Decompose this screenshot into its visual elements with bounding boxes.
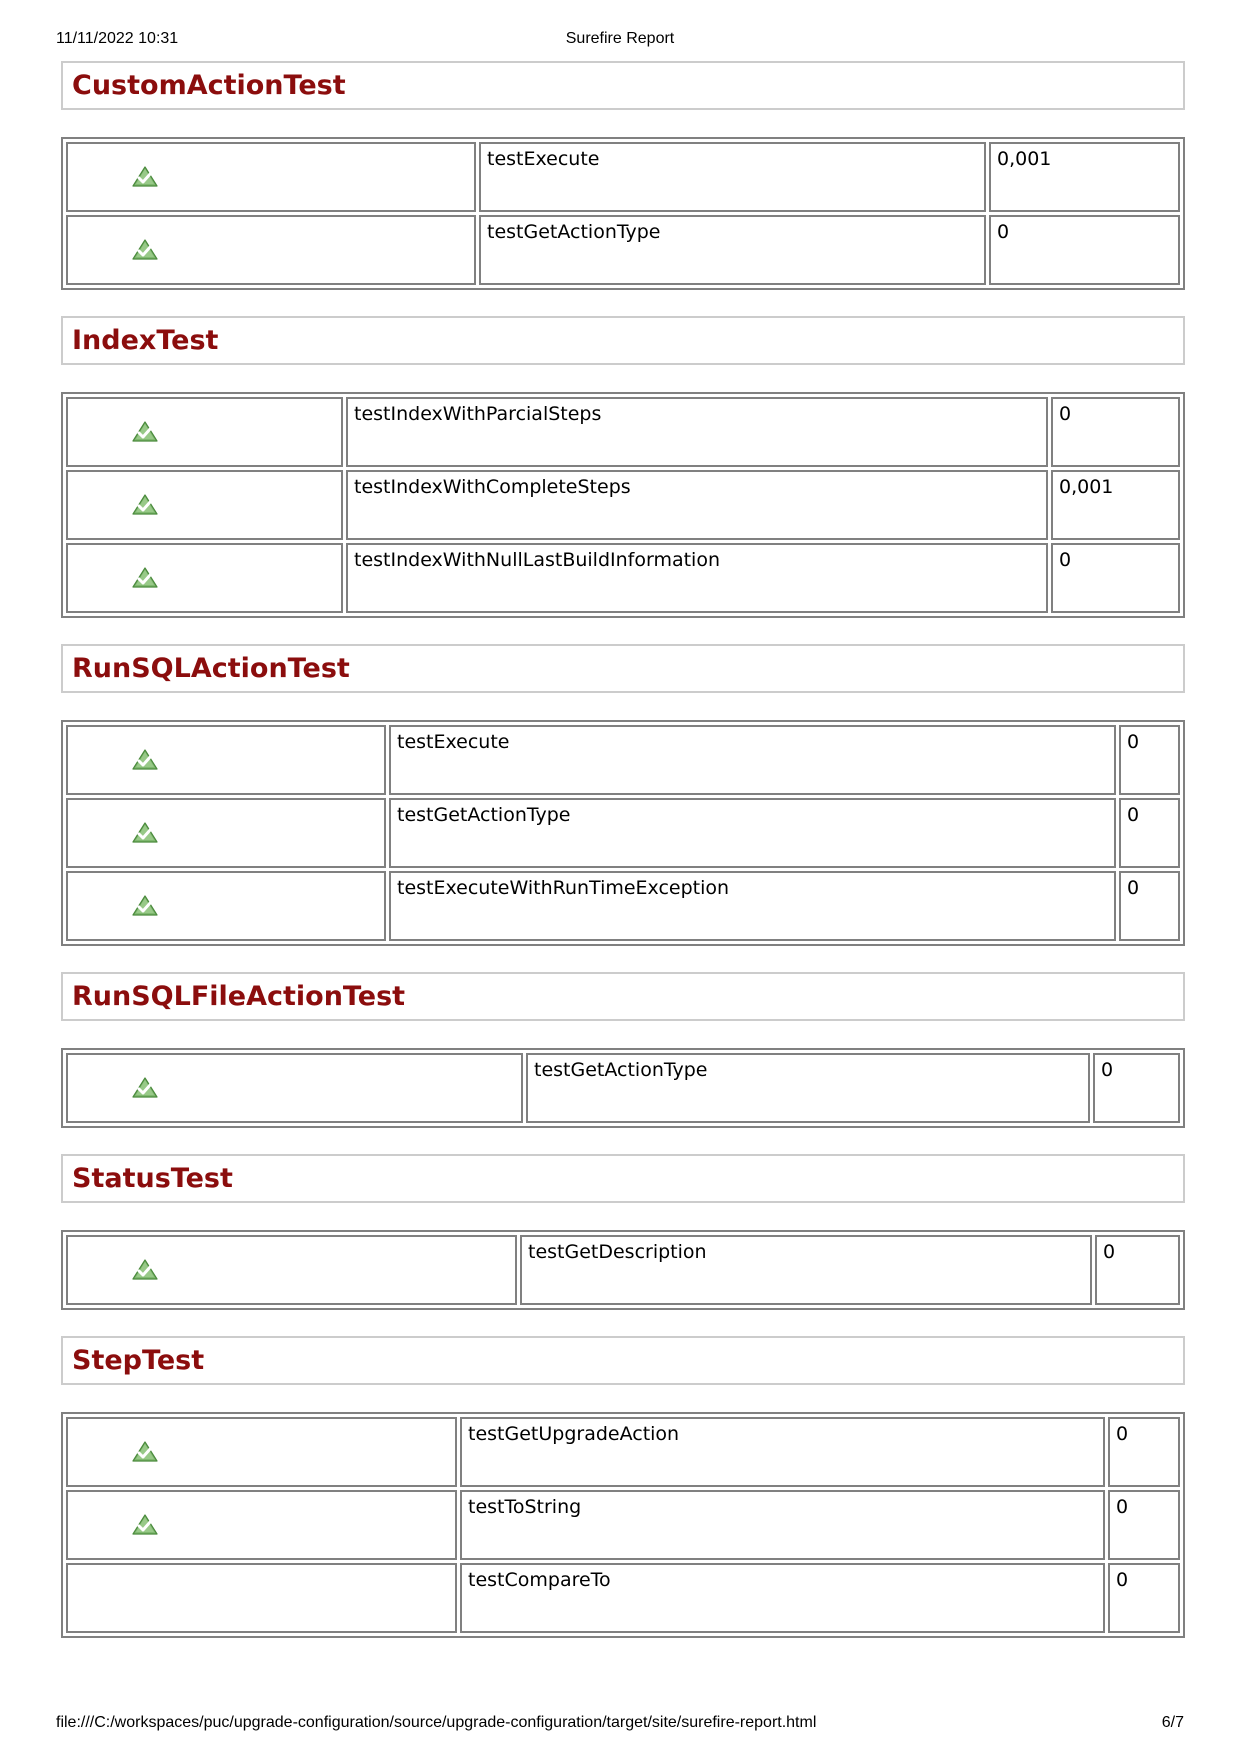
test-name: testToString [460,1490,1105,1560]
test-row: testIndexWithParcialSteps 0 [66,397,1180,467]
test-time: 0 [1108,1490,1180,1560]
test-row: testExecuteWithRunTimeException 0 [66,871,1180,941]
test-row: testGetActionType 0 [66,215,1180,285]
success-icon [132,1441,158,1463]
test-row: testExecute 0 [66,725,1180,795]
test-results-table: testIndexWithParcialSteps 0 testIndexWit… [61,392,1185,618]
success-icon [132,1077,158,1099]
page-number: 6/7 [1161,1714,1184,1731]
status-cell [66,1490,457,1560]
print-footer: file:///C:/workspaces/puc/upgrade-config… [56,1714,1184,1738]
test-time: 0 [1051,543,1180,613]
test-name: testExecuteWithRunTimeException [389,871,1116,941]
success-icon [132,239,158,261]
test-time: 0 [1093,1053,1180,1123]
test-name: testGetActionType [389,798,1116,868]
status-cell [66,1235,517,1305]
test-time: 0 [1119,725,1180,795]
status-cell [66,1417,457,1487]
section-title: CustomActionTest [61,61,1185,110]
success-icon [132,166,158,188]
test-time: 0 [1095,1235,1180,1305]
section-title: IndexTest [61,316,1185,365]
test-time: 0 [1051,397,1180,467]
test-row: testGetActionType 0 [66,1053,1180,1123]
test-row: testToString 0 [66,1490,1180,1560]
test-time: 0 [1108,1417,1180,1487]
test-row: testGetDescription 0 [66,1235,1180,1305]
print-url: file:///C:/workspaces/puc/upgrade-config… [56,1714,817,1731]
test-name: testGetActionType [526,1053,1090,1123]
test-name: testExecute [389,725,1116,795]
test-name: testGetActionType [479,215,986,285]
section-title: StepTest [61,1336,1185,1385]
status-cell [66,397,343,467]
status-cell [66,871,386,941]
test-time: 0 [1119,871,1180,941]
status-cell [66,543,343,613]
test-results-table: testGetDescription 0 [61,1230,1185,1310]
status-cell [66,725,386,795]
status-cell [66,215,476,285]
test-row: testIndexWithNullLastBuildInformation 0 [66,543,1180,613]
success-icon [132,494,158,516]
status-cell [66,142,476,212]
status-cell [66,798,386,868]
test-name: testIndexWithCompleteSteps [346,470,1048,540]
status-cell [66,470,343,540]
success-icon [132,822,158,844]
status-cell [66,1563,457,1633]
test-row: testGetUpgradeAction 0 [66,1417,1180,1487]
success-icon [132,1514,158,1536]
print-header: 11/11/2022 10:31 Surefire Report [56,30,1184,54]
success-icon [132,421,158,443]
test-row: testCompareTo 0 [66,1563,1180,1633]
test-time: 0 [1119,798,1180,868]
test-results-table: testExecute 0,001 testGetActionType 0 [61,137,1185,290]
test-results-table: testGetUpgradeAction 0 testToString 0 te… [61,1412,1185,1638]
success-icon [132,749,158,771]
section-title: RunSQLActionTest [61,644,1185,693]
test-time: 0 [1108,1563,1180,1633]
report-content: CustomActionTest testExecute 0,001 testG… [61,61,1185,1704]
section-title: RunSQLFileActionTest [61,972,1185,1021]
status-cell [66,1053,523,1123]
test-name: testGetUpgradeAction [460,1417,1105,1487]
success-icon [132,567,158,589]
test-name: testExecute [479,142,986,212]
test-name: testCompareTo [460,1563,1105,1633]
test-time: 0,001 [989,142,1180,212]
test-name: testGetDescription [520,1235,1092,1305]
test-time: 0,001 [1051,470,1180,540]
test-name: testIndexWithParcialSteps [346,397,1048,467]
test-row: testExecute 0,001 [66,142,1180,212]
success-icon [132,1259,158,1281]
success-icon [132,895,158,917]
print-title: Surefire Report [565,30,675,47]
test-name: testIndexWithNullLastBuildInformation [346,543,1048,613]
test-results-table: testExecute 0 testGetActionType 0 testEx… [61,720,1185,946]
test-row: testGetActionType 0 [66,798,1180,868]
test-row: testIndexWithCompleteSteps 0,001 [66,470,1180,540]
test-time: 0 [989,215,1180,285]
section-title: StatusTest [61,1154,1185,1203]
test-results-table: testGetActionType 0 [61,1048,1185,1128]
